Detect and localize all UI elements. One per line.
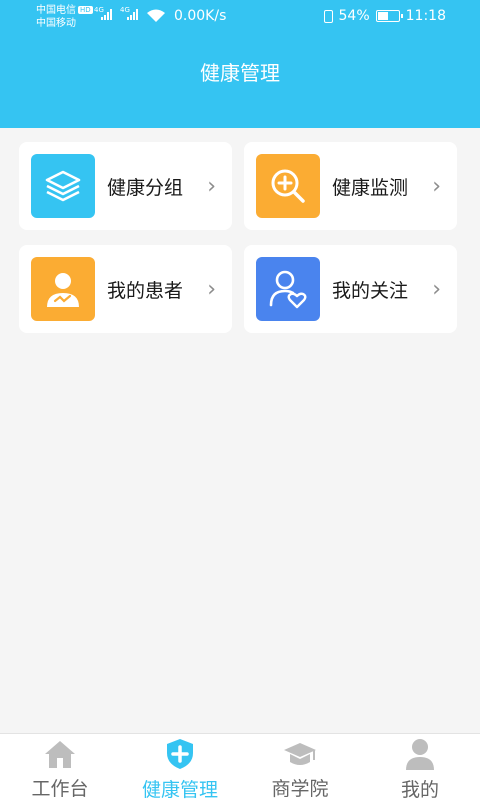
zoom-plus-icon: [256, 154, 320, 218]
user-heart-icon: [256, 257, 320, 321]
graduation-cap-icon: [283, 737, 317, 770]
user-icon: [403, 737, 437, 771]
status-bar: 中国电信 HD 中国移动 4G 4G 0.00K/s 54% 11:18: [0, 0, 480, 34]
signal-2-icon: [127, 8, 138, 20]
battery-fill: [377, 12, 388, 20]
tab-label: 我的: [400, 779, 439, 800]
chevron-right-icon: ›: [207, 276, 216, 302]
tab-mine[interactable]: 我的: [360, 734, 480, 800]
network-speed: 0.00K/s: [174, 8, 227, 24]
signal-1-icon: [101, 8, 112, 20]
card-label: 健康监测: [332, 176, 409, 199]
carrier-2: 中国移动: [36, 18, 76, 29]
card-my-patients[interactable]: 我的患者 ›: [19, 245, 232, 333]
tab-health-management[interactable]: 健康管理: [120, 734, 240, 800]
tab-business-school[interactable]: 商学院: [240, 734, 360, 800]
vibrate-icon: [323, 9, 333, 23]
card-health-group[interactable]: 健康分组 ›: [19, 142, 232, 230]
card-label: 健康分组: [107, 176, 184, 199]
home-icon: [43, 737, 77, 770]
tab-workbench[interactable]: 工作台: [0, 734, 120, 800]
tab-label: 工作台: [31, 778, 89, 800]
carrier-1: 中国电信: [36, 5, 76, 16]
bottom-nav: 工作台 健康管理 商学院 我的: [0, 733, 480, 800]
hd-badge: HD: [78, 6, 93, 14]
page-title: 健康管理: [200, 61, 280, 85]
wifi-icon: [147, 9, 165, 22]
tab-label: 商学院: [271, 778, 329, 800]
carrier-info: 中国电信 HD 中国移动: [36, 4, 93, 30]
status-right: 54% 11:18: [323, 8, 446, 24]
battery-icon: [375, 10, 403, 22]
chevron-right-icon: ›: [432, 276, 441, 302]
card-label: 我的患者: [107, 279, 184, 302]
patient-icon: [31, 257, 95, 321]
card-my-follows[interactable]: 我的关注 ›: [244, 245, 457, 333]
card-label: 我的关注: [332, 279, 409, 302]
tab-label: 健康管理: [141, 779, 218, 800]
card-health-monitor[interactable]: 健康监测 ›: [244, 142, 457, 230]
chevron-right-icon: ›: [207, 173, 216, 199]
app-header: 中国电信 HD 中国移动 4G 4G 0.00K/s 54% 11:18 健康管理: [0, 0, 480, 128]
shield-plus-icon: [163, 737, 197, 771]
chevron-right-icon: ›: [432, 173, 441, 199]
layers-icon: [31, 154, 95, 218]
clock: 11:18: [405, 8, 446, 24]
battery-percent: 54%: [338, 8, 370, 24]
